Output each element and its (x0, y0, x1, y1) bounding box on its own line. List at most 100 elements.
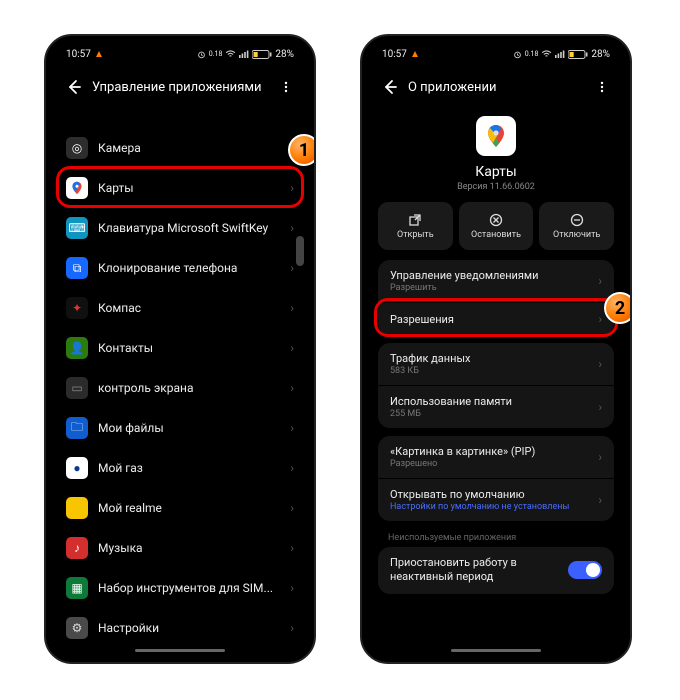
row-suspend[interactable]: Приостановить работу в неактивный период (378, 547, 614, 594)
app-list[interactable]: Калькулятор›◎Камера›Карты›⌨Клавиатура Mi… (52, 108, 308, 656)
chevron-right-icon: › (290, 301, 294, 315)
app-icon: ● (66, 457, 88, 479)
pip-sub: Разрешено (390, 459, 598, 469)
index-scrollbar[interactable] (296, 236, 304, 266)
row-memory-usage[interactable]: Использование памяти 255 МБ › (378, 385, 614, 428)
suspend-title: Приостановить работу в неактивный период (390, 556, 568, 585)
app-row[interactable]: ▦Набор инструментов для SIM...› (52, 568, 308, 608)
app-row[interactable]: 🗀 Мои файлы› (52, 408, 308, 448)
disable-label: Отключить (553, 230, 600, 240)
data-sub: 583 КБ (390, 366, 598, 376)
app-label: Мои файлы (98, 421, 290, 435)
more-button[interactable] (272, 73, 300, 101)
app-label: Мой realme (98, 501, 290, 515)
status-app-icon (411, 50, 419, 58)
row-data-usage[interactable]: Трафик данных 583 КБ › (378, 343, 614, 385)
row-open-default[interactable]: Открывать по умолчанию Настройки по умол… (378, 478, 614, 521)
app-row[interactable]: ▭контроль экрана› (52, 368, 308, 408)
phone-left: 10:57 0.18 28% Управление приложениями К… (44, 34, 316, 664)
app-label: Мой газ (98, 461, 290, 475)
callout-badge-1: 1 (288, 134, 316, 166)
app-label: Клонирование телефона (98, 261, 290, 275)
signal-icon (555, 50, 565, 58)
back-button[interactable] (60, 73, 88, 101)
pip-title: «Картинка в картинке» (PIP) (390, 445, 598, 458)
phone-right: 10:57 0.18 28% О приложении (360, 34, 632, 664)
row-permissions[interactable]: Разрешения › (378, 302, 614, 335)
action-row: Открыть Остановить Отключить (368, 202, 624, 250)
chevron-right-icon: › (290, 181, 294, 195)
default-title: Открывать по умолчанию (390, 488, 598, 501)
arrow-left-icon (65, 78, 83, 96)
suspend-toggle[interactable] (568, 561, 602, 579)
app-row[interactable]: 👤Контакты› (52, 328, 308, 368)
app-icon: ✦ (66, 297, 88, 319)
chevron-right-icon: › (290, 621, 294, 635)
chevron-right-icon: › (290, 581, 294, 595)
status-bar: 10:57 0.18 28% (52, 42, 308, 66)
app-row[interactable]: Калькулятор› (52, 108, 308, 128)
app-row[interactable]: ✦ Компас› (52, 288, 308, 328)
app-icon: ♪ (66, 537, 88, 559)
open-label: Открыть (397, 230, 434, 240)
more-button[interactable] (588, 73, 616, 101)
app-label: Компас (98, 301, 290, 315)
app-icon: 🗀 (66, 417, 88, 439)
card-suspend: Приостановить работу в неактивный период (378, 547, 614, 594)
status-app-icon (95, 50, 103, 58)
app-version: Версия 11.66.0602 (457, 182, 535, 192)
alarm-icon (513, 50, 522, 59)
chevron-right-icon: › (290, 381, 294, 395)
app-row[interactable]: ⧉Клонирование телефона› (52, 248, 308, 288)
app-row[interactable]: ● Мой газ› (52, 448, 308, 488)
page-title: О приложении (408, 80, 588, 95)
app-label: Контакты (98, 341, 290, 355)
chevron-right-icon: › (598, 274, 602, 288)
status-battery: 28% (275, 49, 294, 60)
app-info-content[interactable]: Карты Версия 11.66.0602 Открыть Останови… (368, 108, 624, 656)
app-icon (66, 177, 88, 199)
gesture-bar[interactable] (135, 649, 225, 652)
chevron-right-icon: › (598, 312, 602, 326)
maps-app-icon (476, 116, 516, 156)
status-time: 10:57 (382, 49, 407, 60)
row-pip[interactable]: «Картинка в картинке» (PIP) Разрешено › (378, 436, 614, 478)
app-row[interactable]: ♪Музыка› (52, 528, 308, 568)
chevron-right-icon: › (290, 421, 294, 435)
screen-right: 10:57 0.18 28% О приложении (368, 42, 624, 656)
app-row[interactable]: ⌨Клавиатура Microsoft SwiftKey› (52, 208, 308, 248)
chevron-right-icon: › (290, 461, 294, 475)
app-row[interactable]: ◎Камера› (52, 128, 308, 168)
row-notifications[interactable]: Управление уведомлениями Разрешить › (378, 260, 614, 302)
chevron-right-icon: › (290, 261, 294, 275)
chevron-right-icon: › (290, 541, 294, 555)
app-row[interactable]: Мой realme› (52, 488, 308, 528)
back-button[interactable] (376, 73, 404, 101)
callout-badge-2: 2 (604, 292, 632, 324)
stop-button[interactable]: Остановить (459, 202, 534, 250)
chevron-right-icon: › (598, 450, 602, 464)
app-icon: ▭ (66, 377, 88, 399)
status-battery: 28% (591, 49, 610, 60)
open-button[interactable]: Открыть (378, 202, 453, 250)
chevron-right-icon: › (290, 501, 294, 515)
notifications-title: Управление уведомлениями (390, 269, 598, 282)
open-icon (408, 213, 422, 227)
app-label: Клавиатура Microsoft SwiftKey (98, 221, 290, 235)
card-data-memory: Трафик данных 583 КБ › Использование пам… (378, 343, 614, 428)
disable-button[interactable]: Отключить (539, 202, 614, 250)
app-row[interactable]: ⚙Настройки› (52, 608, 308, 648)
unused-section-label: Неиспользуемые приложения (368, 529, 624, 547)
gesture-bar[interactable] (451, 649, 541, 652)
app-icon (66, 497, 88, 519)
memory-title: Использование памяти (390, 395, 598, 408)
maps-pin-icon (482, 122, 510, 150)
alarm-icon (197, 50, 206, 59)
status-right: 0.18 28% (197, 49, 294, 60)
app-name: Карты (475, 164, 517, 180)
chevron-right-icon: › (598, 493, 602, 507)
app-row[interactable]: Карты› (52, 168, 308, 208)
app-label: Камера (98, 141, 290, 155)
wifi-icon (225, 50, 236, 58)
app-icon: ⚙ (66, 617, 88, 639)
